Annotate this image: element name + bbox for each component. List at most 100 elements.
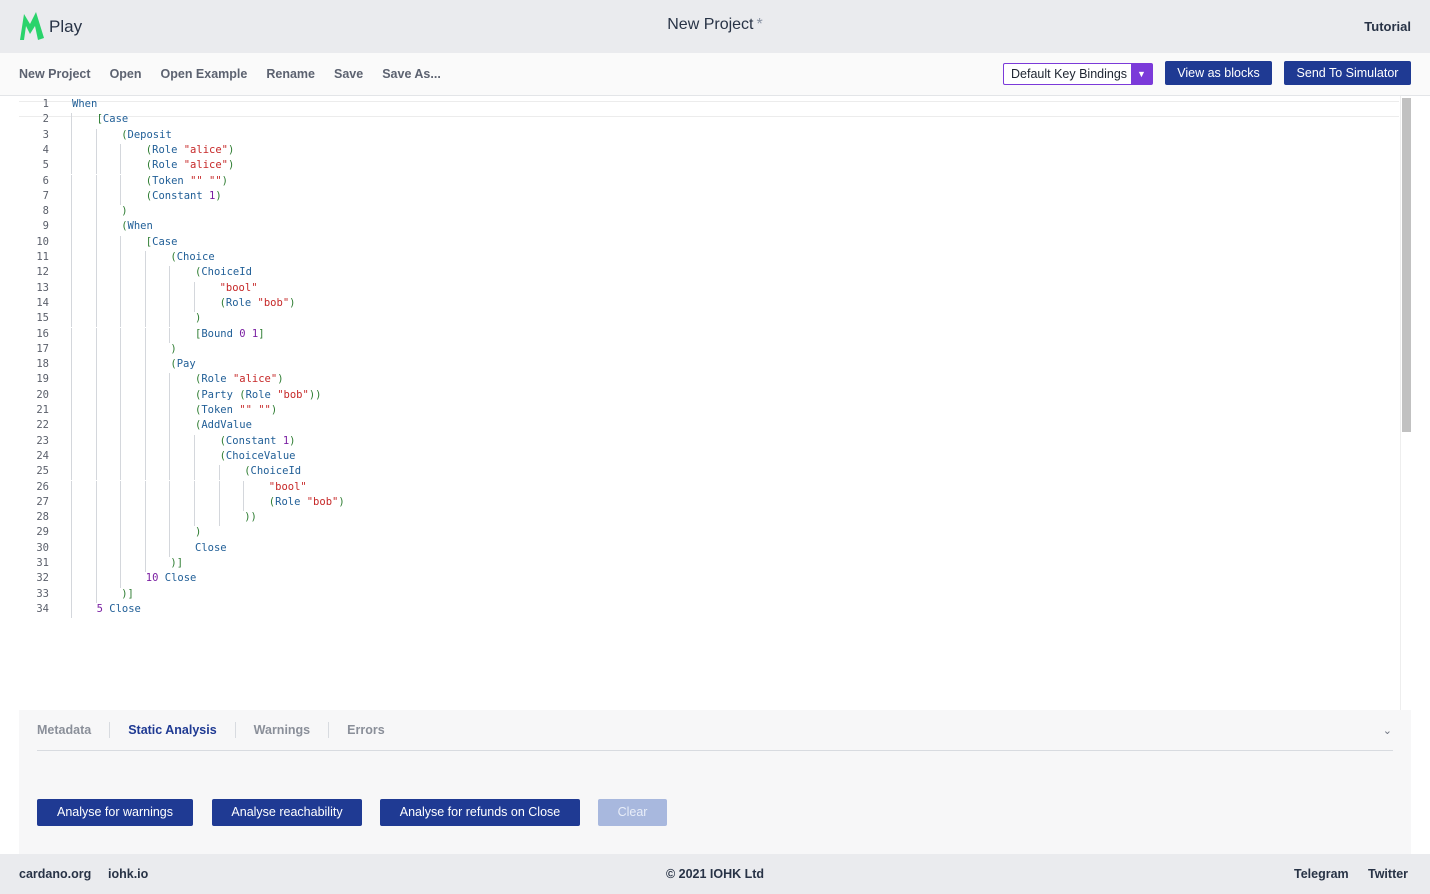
indent-guide (71, 434, 72, 450)
indent-guide (71, 312, 72, 328)
code-line[interactable]: (Role "bob") (269, 496, 345, 508)
code-line[interactable]: [Case (146, 236, 178, 248)
code-line[interactable]: Close (195, 542, 227, 554)
code-line[interactable]: (ChoiceId (244, 465, 301, 477)
indent-guide (95, 159, 97, 175)
code-line[interactable]: (AddValue (195, 419, 252, 431)
indent-guide (120, 358, 122, 374)
code-token: ) (289, 434, 296, 447)
code-line[interactable]: (Role "alice") (146, 144, 235, 156)
tab-metadata[interactable]: Metadata (37, 722, 109, 738)
indent-guide (144, 511, 146, 527)
tab-static-analysis[interactable]: Static Analysis (109, 722, 234, 738)
code-line[interactable]: (Token "" "") (195, 404, 277, 416)
open-menu-item[interactable]: Open (110, 67, 142, 81)
code-line[interactable]: 10 Close (146, 572, 197, 584)
code-line[interactable]: "bool" (269, 481, 307, 493)
indent-guide (120, 342, 122, 359)
indent-guide (120, 511, 122, 527)
code-token: Close (164, 572, 197, 585)
code-line[interactable]: 5 Close (97, 603, 141, 615)
code-token: ) (121, 205, 128, 218)
indent-guide (120, 143, 122, 160)
line-number-gutter: 1 2 3 4 5 6 7 8 9 10 11 12 13 14 15 16 17 18 19 20 21 22 23 24 2… (19, 96, 61, 710)
indent-guide (120, 327, 122, 343)
app-footer: cardano.org iohk.io © 2021 IOHK Ltd Tele… (0, 854, 1430, 894)
code-line[interactable]: (Deposit (121, 129, 172, 141)
indent-guide (95, 572, 97, 588)
code-token: ChoiceId (250, 465, 302, 478)
telegram-link[interactable]: Telegram (1294, 867, 1349, 881)
indent-guide (169, 480, 171, 496)
analyse-reachability-button[interactable]: Analyse reachability (212, 799, 362, 826)
indent-guide (95, 205, 97, 221)
code-line[interactable]: (Pay (170, 358, 195, 370)
indent-guide (144, 266, 146, 282)
view-as-blocks-button[interactable]: View as blocks (1165, 61, 1272, 85)
analyse-warnings-button[interactable]: Analyse for warnings (37, 799, 193, 826)
twitter-link[interactable]: Twitter (1368, 867, 1408, 881)
code-line[interactable]: (Role "alice") (146, 159, 235, 171)
project-title: New Project * (0, 16, 1430, 34)
indent-guide (144, 342, 146, 359)
code-line[interactable]: (When (121, 220, 153, 232)
code-line[interactable]: (Constant 1) (220, 435, 296, 447)
dropdown-arrow-icon: ▼ (1131, 64, 1152, 84)
line-number: 4 (42, 143, 49, 156)
line-number: 8 (42, 205, 49, 218)
clear-button[interactable]: Clear (598, 799, 667, 826)
indent-guide (120, 526, 122, 542)
open-example-menu-item[interactable]: Open Example (161, 67, 248, 81)
indent-guide (144, 526, 146, 542)
code-line[interactable]: (ChoiceValue (220, 450, 296, 462)
code-line[interactable]: ) (195, 526, 201, 538)
tab-warnings[interactable]: Warnings (234, 722, 328, 738)
code-line[interactable]: (Role "alice") (195, 373, 284, 385)
indent-guide (71, 113, 72, 129)
code-token: Constant (225, 434, 283, 447)
code-line[interactable]: )] (170, 557, 183, 569)
save-menu-item[interactable]: Save (334, 67, 363, 81)
indent-guide (144, 296, 146, 313)
indent-guide (218, 480, 220, 496)
code-line[interactable]: (Role "bob") (220, 297, 296, 309)
code-token: ) (170, 342, 177, 355)
code-editor[interactable]: 1 2 3 4 5 6 7 8 9 10 11 12 13 14 15 16 17 18 19 20 21 22 23 24 2… (19, 96, 1411, 710)
tutorial-link[interactable]: Tutorial (1364, 19, 1411, 34)
key-bindings-select[interactable]: Default Key Bindings ▼ (1003, 63, 1153, 85)
code-line[interactable]: (Token "" "") (146, 175, 228, 187)
indent-guide (95, 465, 97, 481)
send-to-simulator-button[interactable]: Send To Simulator (1284, 61, 1411, 85)
indent-guide (71, 327, 72, 343)
code-line[interactable]: ) (170, 343, 176, 355)
code-line[interactable]: (Constant 1) (146, 190, 222, 202)
code-token: "bob" (277, 388, 309, 401)
rename-menu-item[interactable]: Rename (266, 67, 315, 81)
code-line[interactable]: (Choice (170, 251, 214, 263)
collapse-panel-chevron-icon[interactable]: ⌄ (1383, 724, 1392, 737)
code-line[interactable]: (Party (Role "bob")) (195, 389, 321, 401)
indent-guide (169, 465, 171, 481)
code-line[interactable]: [Case (97, 113, 129, 125)
code-line[interactable]: "bool" (220, 282, 258, 294)
code-area[interactable]: When [Case (Deposit (Role "alice") (Role "al… (71, 96, 1392, 710)
code-line[interactable]: [Bound 0 1] (195, 328, 265, 340)
code-line[interactable]: When (72, 98, 97, 110)
code-line[interactable]: (ChoiceId (195, 266, 252, 278)
analyse-refunds-button[interactable]: Analyse for refunds on Close (380, 799, 580, 826)
scrollbar-thumb[interactable] (1402, 98, 1411, 432)
code-line[interactable]: )) (244, 511, 257, 523)
code-line[interactable]: ) (121, 205, 127, 217)
code-token: )) (308, 388, 322, 401)
code-line[interactable]: ) (195, 312, 201, 324)
code-token: "bob" (306, 495, 339, 508)
new-project-menu-item[interactable]: New Project (19, 67, 91, 81)
tab-errors[interactable]: Errors (328, 722, 403, 738)
code-line[interactable]: )] (121, 588, 134, 600)
indent-guide (120, 434, 122, 450)
code-token: ) (195, 312, 202, 325)
save-as-menu-item[interactable]: Save As... (382, 67, 441, 81)
line-number: 7 (42, 189, 49, 202)
editor-scrollbar[interactable] (1400, 96, 1411, 710)
indent-guide (169, 373, 171, 389)
